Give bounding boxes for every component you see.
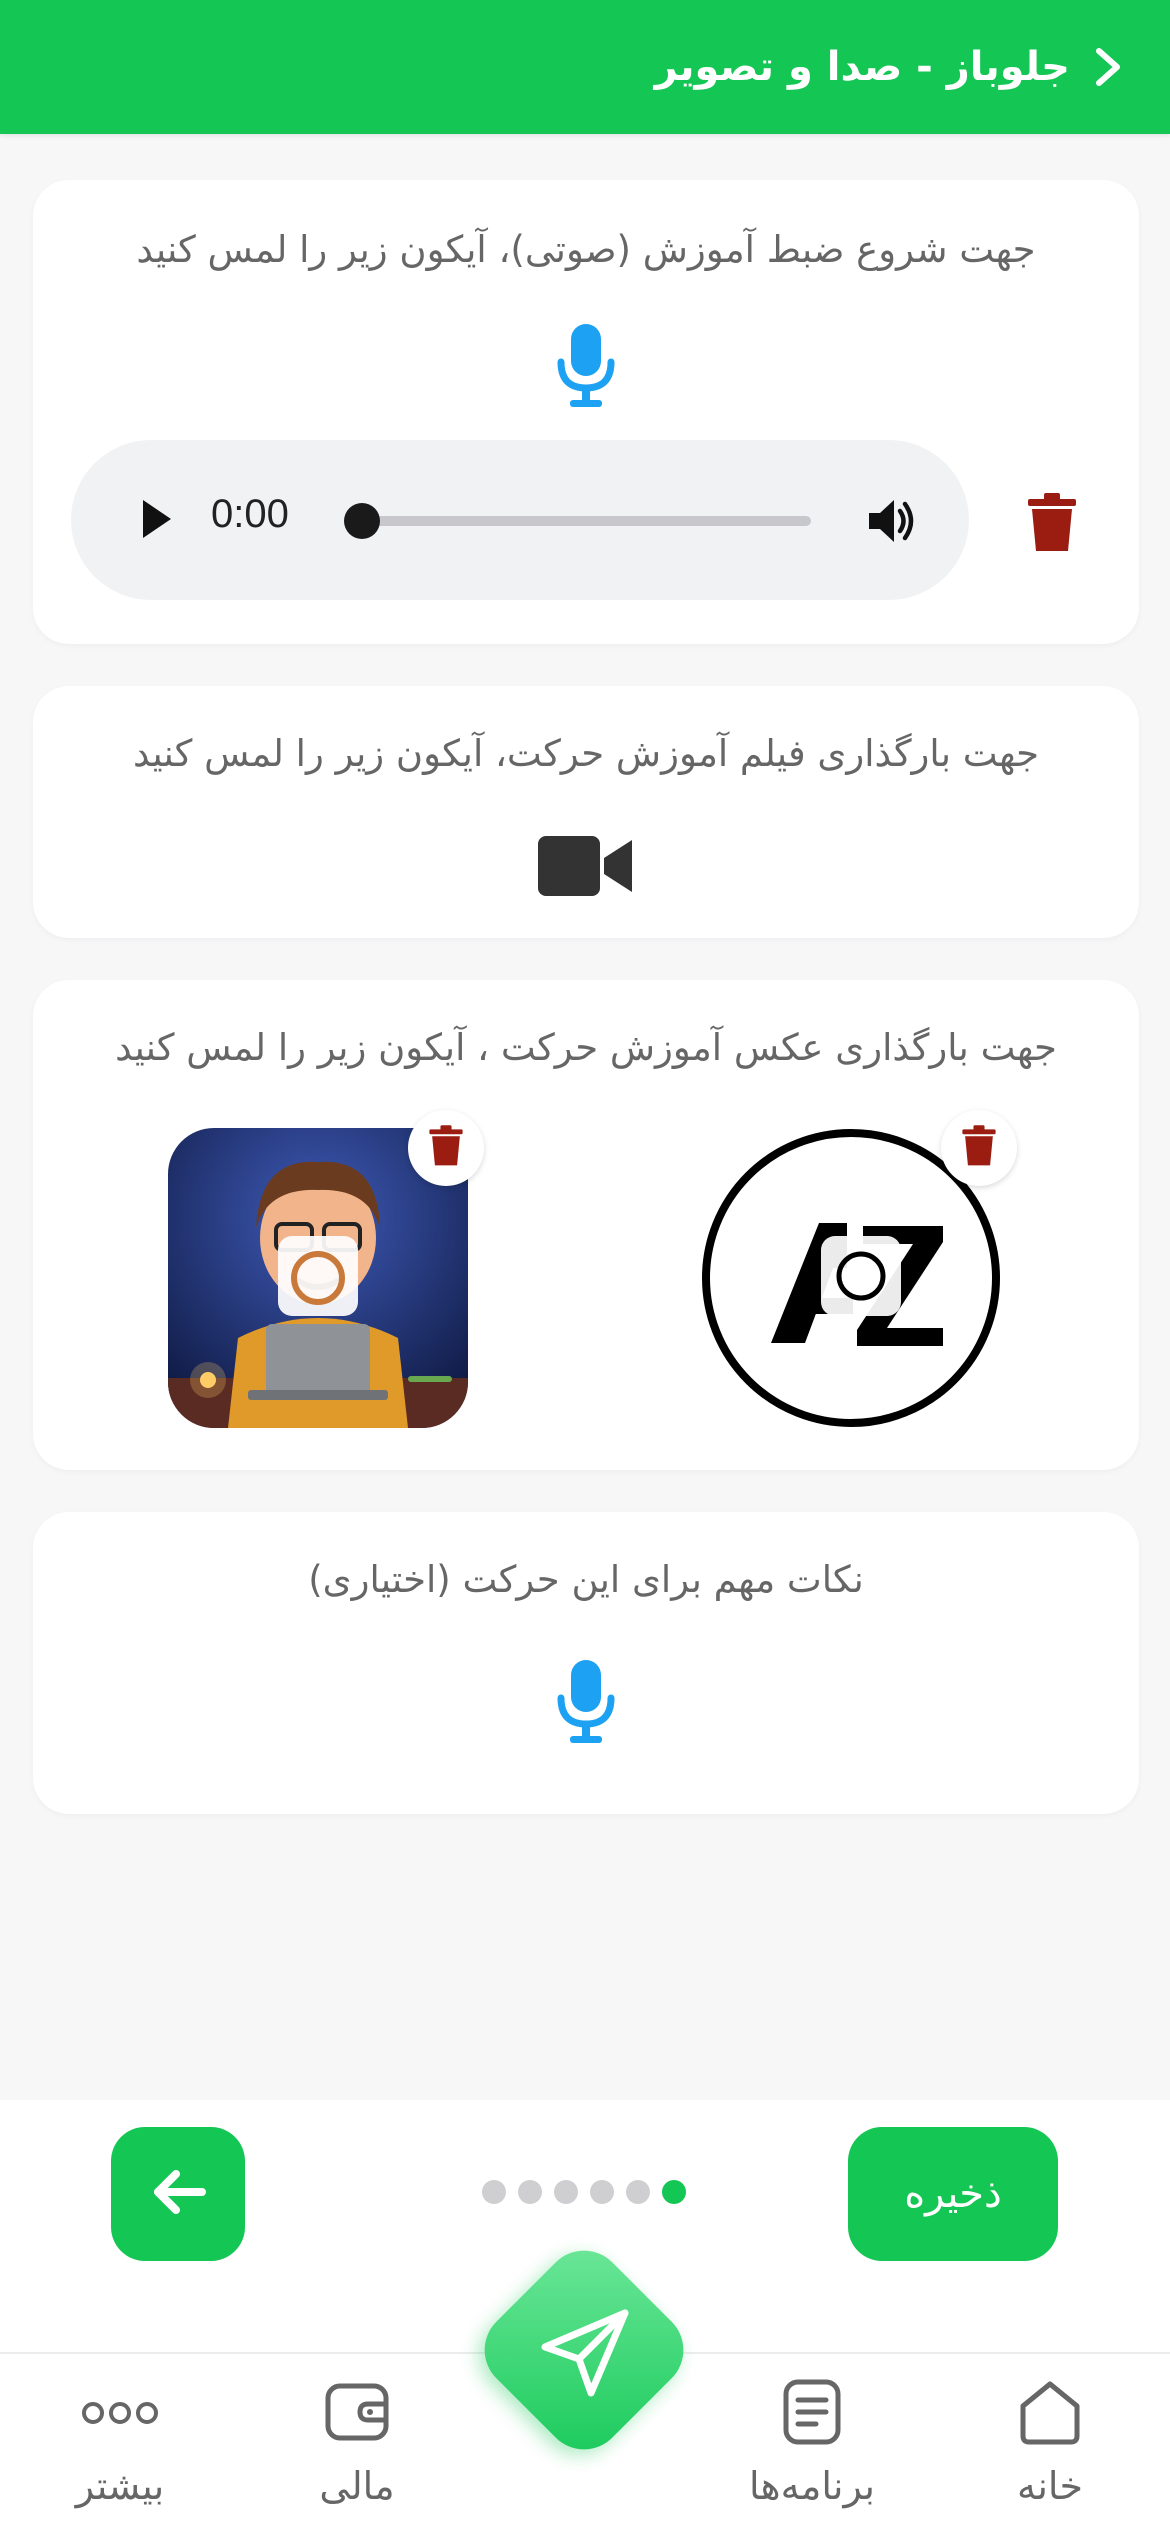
step-dot: [482, 2180, 506, 2204]
audio-time: 0:00: [211, 492, 289, 536]
delete-logo-photo-button[interactable]: [941, 1110, 1017, 1186]
tab-label: مالی: [319, 2464, 395, 2508]
back-button[interactable]: [111, 2127, 245, 2261]
notes-section-card: نکات مهم برای این حرکت (اختیاری): [33, 1512, 1139, 1814]
microphone-icon[interactable]: [555, 1658, 617, 1750]
more-dots-icon: [80, 2400, 160, 2430]
step-dot: [590, 2180, 614, 2204]
tab-finance[interactable]: مالی: [257, 2354, 457, 2532]
step-dot: [626, 2180, 650, 2204]
photo-section-card: جهت بارگذاری عکس آموزش حرکت ، آیکون زیر …: [33, 980, 1139, 1470]
tab-more[interactable]: بیشتر: [20, 2354, 220, 2532]
step-dot-active: [662, 2180, 686, 2204]
tab-programs[interactable]: برنامه‌ها: [712, 2354, 912, 2532]
tab-home[interactable]: خانه: [950, 2354, 1150, 2532]
delete-avatar-photo-button[interactable]: [408, 1110, 484, 1186]
trash-icon: [961, 1125, 997, 1171]
video-section-title: جهت بارگذاری فیلم آموزش حرکت، آیکون زیر …: [132, 732, 1040, 775]
tab-label: خانه: [1016, 2464, 1084, 2508]
audio-section-title: جهت شروع ضبط آموزش (صوتی)، آیکون زیر را …: [136, 228, 1036, 271]
audio-progress-knob[interactable]: [344, 503, 380, 539]
send-icon: [533, 2301, 637, 2405]
arrow-left-icon: [150, 2168, 206, 2220]
tab-label: برنامه‌ها: [748, 2464, 876, 2508]
page-title: جلوباز - صدا و تصویر: [654, 44, 1070, 90]
play-icon[interactable]: [139, 496, 175, 546]
home-icon: [1017, 2378, 1083, 2450]
video-camera-icon[interactable]: [538, 834, 634, 902]
video-section-card: جهت بارگذاری فیلم آموزش حرکت، آیکون زیر …: [33, 686, 1139, 938]
save-button[interactable]: ذخیره: [848, 2127, 1058, 2261]
microphone-icon[interactable]: [555, 322, 617, 414]
audio-section-card: جهت شروع ضبط آموزش (صوتی)، آیکون زیر را …: [33, 180, 1139, 644]
notes-section-title: نکات مهم برای این حرکت (اختیاری): [308, 1558, 864, 1601]
trash-icon[interactable]: [1026, 493, 1078, 557]
trash-icon: [428, 1125, 464, 1171]
top-app-bar: جلوباز - صدا و تصویر: [0, 0, 1170, 134]
step-dot: [554, 2180, 578, 2204]
wallet-icon: [324, 2378, 390, 2448]
photo-section-title: جهت بارگذاری عکس آموزش حرکت ، آیکون زیر …: [115, 1026, 1057, 1069]
step-indicator: [482, 2180, 686, 2208]
step-dot: [518, 2180, 542, 2204]
document-icon: [782, 2378, 842, 2450]
audio-progress-track[interactable]: [361, 516, 811, 526]
tab-label: بیشتر: [75, 2464, 165, 2508]
audio-player[interactable]: 0:00: [71, 440, 969, 600]
chevron-right-icon[interactable]: [1090, 48, 1126, 86]
volume-icon[interactable]: [867, 496, 917, 550]
